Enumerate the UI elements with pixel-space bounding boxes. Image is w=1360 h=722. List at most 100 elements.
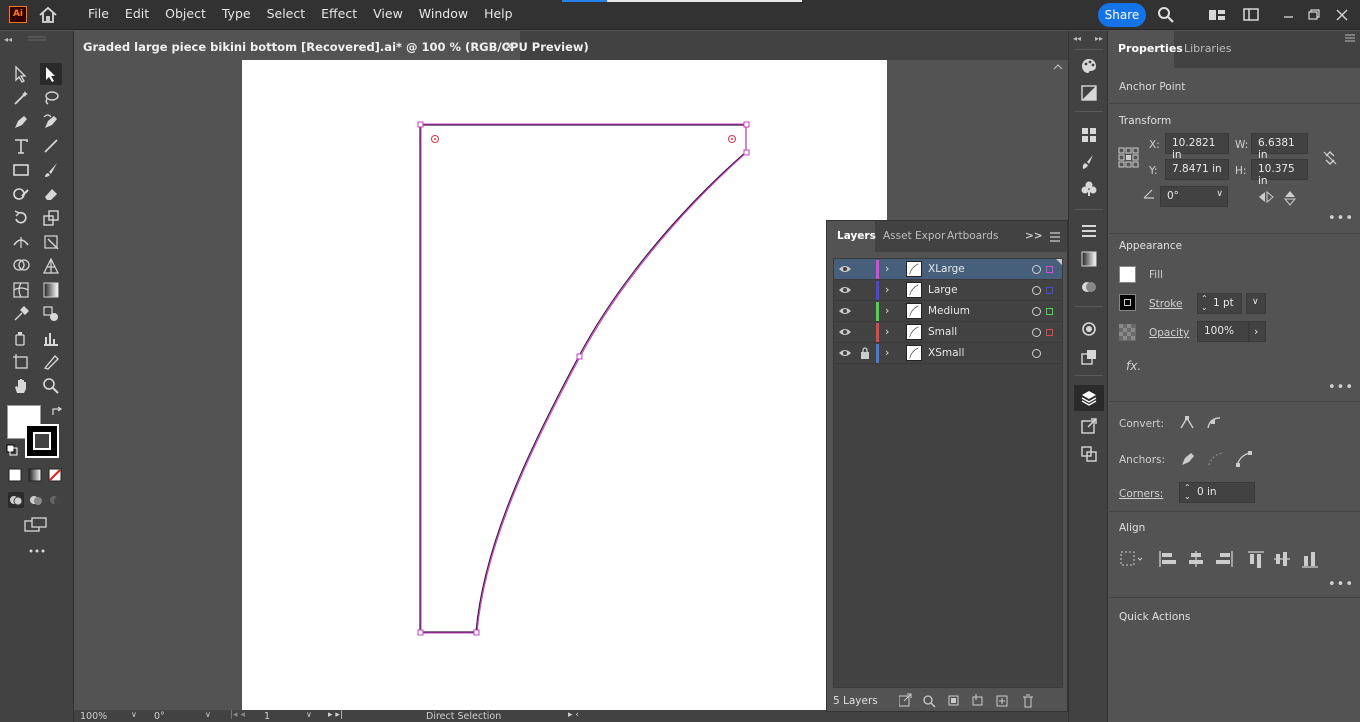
status-menu-icon[interactable]: ▸ ‹	[568, 710, 579, 720]
drawing-modes-icon[interactable]	[8, 492, 64, 508]
tab-artboards[interactable]: Artboards	[947, 230, 998, 242]
column-graph-tool-icon[interactable]	[40, 327, 62, 349]
layer-row[interactable]: › Medium	[834, 301, 1062, 322]
anchor-point[interactable]	[473, 629, 480, 636]
search-icon[interactable]	[1157, 6, 1175, 24]
menu-view[interactable]: View	[365, 0, 411, 30]
align-more-options-icon[interactable]: •••	[1328, 577, 1354, 592]
color-icon[interactable]	[1079, 56, 1099, 76]
x-field[interactable]: 10.2821 in	[1165, 133, 1229, 161]
document-tab[interactable]: Graded large piece bikini bottom [Recove…	[74, 31, 589, 60]
menu-file[interactable]: File	[80, 0, 117, 30]
next-artboard-icon[interactable]: ▸ ▸|	[328, 710, 343, 720]
transparency-icon[interactable]	[1079, 277, 1099, 297]
home-icon[interactable]	[38, 6, 58, 24]
close-tab-icon[interactable]: ×	[504, 39, 514, 53]
artboard-tool-icon[interactable]	[10, 351, 32, 373]
tab-asset-export[interactable]: Asset Expor	[883, 230, 945, 242]
rotate-dropdown-icon[interactable]: ∨	[1216, 189, 1223, 199]
tab-layers[interactable]: Layers	[837, 230, 876, 242]
visibility-eye-icon[interactable]	[838, 327, 852, 337]
lock-toggle[interactable]	[860, 263, 870, 275]
expand-layer-icon[interactable]: ›	[885, 346, 889, 359]
connect-anchors-icon[interactable]	[1235, 450, 1253, 468]
curvature-tool-icon[interactable]	[40, 111, 62, 133]
gradient-panel-icon[interactable]	[1079, 249, 1099, 269]
transform-more-options-icon[interactable]: •••	[1328, 211, 1354, 226]
convert-to-corner-icon[interactable]	[1179, 414, 1195, 430]
gradient-mode-icon[interactable]	[28, 468, 42, 482]
rotation-value[interactable]: 0°	[154, 711, 165, 722]
stroke-dropdown-icon[interactable]: ∨	[1246, 293, 1266, 314]
blend-tool-icon[interactable]	[40, 303, 62, 325]
gradient-tool-icon[interactable]	[40, 279, 62, 301]
opacity-arrow-icon[interactable]: ›	[1249, 321, 1266, 342]
appearance-more-options-icon[interactable]: •••	[1328, 380, 1354, 395]
direct-selection-tool-icon[interactable]	[40, 63, 62, 85]
mesh-tool-icon[interactable]	[10, 279, 32, 301]
layer-selection-indicator[interactable]	[1046, 287, 1053, 294]
color-mode-icon[interactable]	[8, 468, 22, 482]
first-artboard-icon[interactable]: |◂ ◂	[230, 710, 245, 720]
layer-row[interactable]: › XSmall	[834, 343, 1062, 364]
menu-window[interactable]: Window	[411, 0, 476, 30]
layer-name[interactable]: Small	[928, 326, 957, 338]
flip-horizontal-icon[interactable]	[1258, 190, 1274, 204]
minimize-icon[interactable]	[1280, 6, 1298, 24]
edit-toolbar-more-icon[interactable]	[27, 546, 47, 556]
menu-object[interactable]: Object	[157, 0, 214, 30]
convert-to-smooth-icon[interactable]	[1206, 414, 1222, 430]
constrain-proportions-icon[interactable]	[1321, 149, 1339, 167]
layer-selection-indicator[interactable]	[1046, 329, 1053, 336]
default-colors-icon[interactable]	[6, 444, 18, 456]
eraser-tool-icon[interactable]	[40, 183, 62, 205]
swatches-icon[interactable]	[1079, 125, 1099, 145]
opacity-label[interactable]: Opacity	[1149, 327, 1189, 339]
stroke-stepper-icon[interactable]: ⌃ ⌄	[1201, 294, 1208, 312]
flip-vertical-icon[interactable]	[1283, 190, 1297, 206]
panel-menu-icon[interactable]	[1049, 232, 1061, 242]
stroke-label[interactable]: Stroke	[1149, 298, 1182, 310]
layer-selection-indicator[interactable]	[1046, 308, 1053, 315]
none-mode-icon[interactable]	[48, 468, 62, 482]
selection-tool-icon[interactable]	[10, 63, 32, 85]
stroke-panel-icon[interactable]	[1079, 221, 1099, 241]
align-controls[interactable]	[1120, 550, 1330, 568]
shape-builder-tool-icon[interactable]	[10, 255, 32, 277]
restore-icon[interactable]	[1305, 6, 1323, 24]
anchor-point[interactable]	[417, 121, 424, 128]
paintbrush-tool-icon[interactable]	[40, 159, 62, 181]
menu-edit[interactable]: Edit	[117, 0, 157, 30]
layer-row[interactable]: › XLarge	[834, 259, 1062, 280]
opacity-field[interactable]: 100%	[1197, 321, 1249, 342]
rotate-field[interactable]: 0° ∨	[1160, 186, 1228, 207]
layer-name[interactable]: Large	[928, 284, 958, 296]
workspace-switcher-icon[interactable]	[1242, 6, 1260, 24]
layer-name[interactable]: XSmall	[928, 347, 964, 359]
layer-row[interactable]: › Small	[834, 322, 1062, 343]
arrange-documents-icon[interactable]	[1208, 6, 1226, 24]
perspective-grid-tool-icon[interactable]	[40, 255, 62, 277]
visibility-eye-icon[interactable]	[838, 264, 852, 274]
stroke-swatch[interactable]	[25, 424, 59, 458]
fill-color-swatch[interactable]	[1119, 266, 1136, 283]
layer-name[interactable]: XLarge	[928, 263, 965, 275]
layer-row[interactable]: › Large	[834, 280, 1062, 301]
menu-effect[interactable]: Effect	[313, 0, 365, 30]
stroke-weight-field[interactable]: 1 pt ⌃ ⌄	[1197, 293, 1242, 314]
tab-libraries[interactable]: Libraries	[1184, 42, 1232, 55]
rotate-tool-icon[interactable]	[10, 207, 32, 229]
line-segment-tool-icon[interactable]	[40, 135, 62, 157]
tab-properties[interactable]: Properties	[1118, 42, 1183, 55]
layer-target-icon[interactable]	[1032, 286, 1041, 295]
shaper-tool-icon[interactable]	[10, 183, 32, 205]
type-tool-icon[interactable]	[10, 135, 32, 157]
layer-selection-indicator[interactable]	[1046, 266, 1053, 273]
cut-path-icon[interactable]	[1207, 450, 1225, 468]
stroke-color-swatch[interactable]	[1119, 294, 1136, 311]
properties-menu-icon[interactable]	[1344, 33, 1356, 43]
close-window-icon[interactable]	[1333, 6, 1351, 24]
expand-layer-icon[interactable]: ›	[885, 283, 889, 296]
layer-target-icon[interactable]	[1032, 307, 1041, 316]
hand-tool-icon[interactable]	[10, 375, 32, 397]
